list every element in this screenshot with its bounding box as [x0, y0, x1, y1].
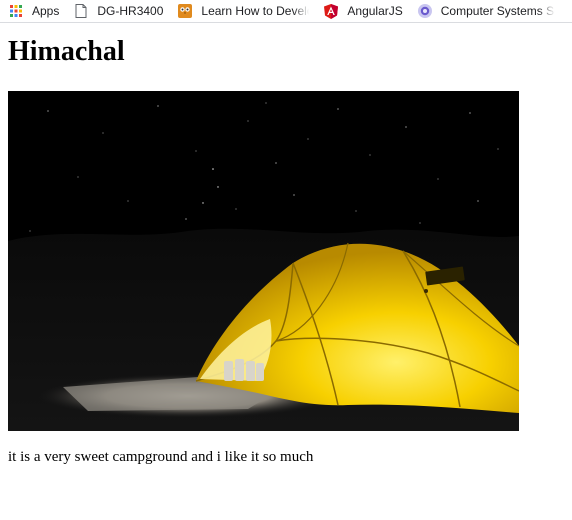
bookmarks-bar: Apps DG-HR3400 Learn How to Develop Angu… [0, 0, 572, 23]
page-icon [73, 3, 89, 19]
bookmark-angularjs[interactable]: AngularJS [315, 0, 408, 22]
bookmark-label: Learn How to Develop [201, 4, 310, 18]
bookmark-computer-systems[interactable]: Computer Systems Se [409, 0, 561, 22]
page-heading: Himachal [8, 36, 125, 67]
bookmark-overflow[interactable] [561, 0, 572, 22]
photo-caption: it is a very sweet campground and i like… [8, 449, 314, 465]
bookmark-label: DG-HR3400 [97, 4, 164, 18]
apps-grid-icon [8, 3, 24, 19]
bookmark-apps[interactable]: Apps [0, 0, 65, 22]
page-content: Himachal it is a very sweet campground a… [8, 22, 568, 467]
bookmark-label: AngularJS [347, 4, 403, 18]
owl-icon [177, 3, 193, 19]
bookmark-learn-how-to-develop[interactable]: Learn How to Develop [169, 0, 315, 22]
angular-icon [323, 3, 339, 19]
circle-logo-icon [417, 3, 433, 19]
bookmark-label: Computer Systems Se [440, 4, 555, 18]
campground-photo [8, 91, 519, 431]
bookmark-label: Apps [32, 4, 60, 18]
bookmark-dg-hr3400[interactable]: DG-HR3400 [65, 0, 169, 22]
